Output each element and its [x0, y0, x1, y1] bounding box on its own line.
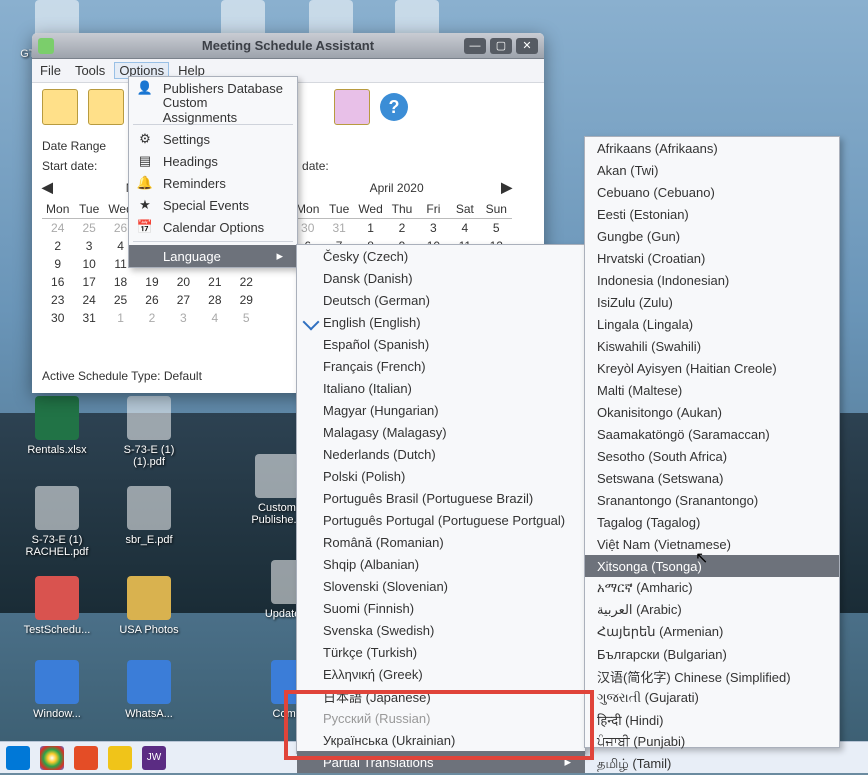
language-option[interactable]: IsiZulu (Zulu): [585, 291, 839, 313]
desktop-icon[interactable]: TestSchedu...: [20, 576, 94, 636]
language-option[interactable]: தமிழ் (Tamil): [585, 753, 839, 775]
language-option[interactable]: Lingala (Lingala): [585, 313, 839, 335]
language-option[interactable]: हिन्दी (Hindi): [585, 709, 839, 731]
language-option[interactable]: Cebuano (Cebuano): [585, 181, 839, 203]
list-icon: ▤: [135, 153, 155, 169]
menu-item-reminders[interactable]: 🔔Reminders: [129, 172, 297, 194]
desktop-icon[interactable]: S-73-E (1) RACHEL.pdf: [20, 486, 94, 558]
language-option[interactable]: Xitsonga (Tsonga): [585, 555, 839, 577]
language-option[interactable]: Deutsch (German): [297, 289, 585, 311]
menu-item-settings[interactable]: ⚙Settings: [129, 128, 297, 150]
language-option[interactable]: Հայերեն (Armenian): [585, 621, 839, 643]
language-option[interactable]: Shqip (Albanian): [297, 553, 585, 575]
cal-end-month: April 2020: [370, 181, 424, 195]
desktop-icon[interactable]: Window...: [20, 660, 94, 720]
language-option[interactable]: Kiswahili (Swahili): [585, 335, 839, 357]
toolbar-help-icon[interactable]: ?: [380, 93, 408, 121]
desktop-icon[interactable]: USA Photos: [112, 576, 186, 636]
minimize-button[interactable]: —: [464, 38, 486, 54]
language-option[interactable]: Indonesia (Indonesian): [585, 269, 839, 291]
person-icon: 👤: [135, 80, 155, 96]
language-submenu: Česky (Czech)Dansk (Danish)Deutsch (Germ…: [296, 244, 586, 754]
language-option[interactable]: Nederlands (Dutch): [297, 443, 585, 465]
menu-item-headings[interactable]: ▤Headings: [129, 150, 297, 172]
language-option[interactable]: Malagasy (Malagasy): [297, 421, 585, 443]
language-option[interactable]: Sesotho (South Africa): [585, 445, 839, 467]
language-option[interactable]: Saamakatöngö (Saramaccan): [585, 423, 839, 445]
toolbar-settings-icon[interactable]: [334, 89, 370, 125]
language-option[interactable]: ગુજરાતી (Gujarati): [585, 687, 839, 709]
language-option[interactable]: Setswana (Setswana): [585, 467, 839, 489]
start-date-label: Start date:: [42, 159, 97, 173]
taskbar-opera-icon[interactable]: [74, 746, 98, 770]
desktop-icon[interactable]: sbr_E.pdf: [112, 486, 186, 546]
language-option[interactable]: Afrikaans (Afrikaans): [585, 137, 839, 159]
language-option[interactable]: ਪੰਜਾਬੀ (Punjabi): [585, 731, 839, 753]
calendar-icon: 📅: [135, 219, 155, 235]
language-option[interactable]: Türkçe (Turkish): [297, 641, 585, 663]
language-option[interactable]: Slovenski (Slovenian): [297, 575, 585, 597]
language-option[interactable]: Български (Bulgarian): [585, 643, 839, 665]
options-dropdown: 👤Publishers Database Custom Assignments …: [128, 76, 298, 268]
language-option[interactable]: Português Portugal (Portuguese Portgual): [297, 509, 585, 531]
desktop-icon[interactable]: Rentals.xlsx: [20, 396, 94, 456]
language-option[interactable]: Česky (Czech): [297, 245, 585, 267]
chevron-right-icon: ▸: [276, 248, 283, 264]
titlebar[interactable]: Meeting Schedule Assistant — ▢ ✕: [32, 33, 544, 59]
language-option[interactable]: 汉语(简化字) Chinese (Simplified): [585, 665, 839, 687]
language-option[interactable]: Español (Spanish): [297, 333, 585, 355]
language-option[interactable]: Magyar (Hungarian): [297, 399, 585, 421]
menu-item-special-events[interactable]: ★Special Events: [129, 194, 297, 216]
language-option[interactable]: Italiano (Italian): [297, 377, 585, 399]
bell-icon: 🔔: [135, 175, 155, 191]
language-option[interactable]: Tagalog (Tagalog): [585, 511, 839, 533]
language-option[interactable]: Eesti (Estonian): [585, 203, 839, 225]
language-option[interactable]: Dansk (Danish): [297, 267, 585, 289]
language-option[interactable]: Hrvatski (Croatian): [585, 247, 839, 269]
close-button[interactable]: ✕: [516, 38, 538, 54]
toolbar-new-icon[interactable]: [42, 89, 78, 125]
language-option[interactable]: Việt Nam (Vietnamese): [585, 533, 839, 555]
language-option[interactable]: Kreyòl Ayisyen (Haitian Creole): [585, 357, 839, 379]
partial-translations-submenu: Afrikaans (Afrikaans)Akan (Twi)Cebuano (…: [584, 136, 840, 748]
menu-file[interactable]: File: [40, 63, 61, 78]
app-icon: [38, 38, 54, 54]
start-button[interactable]: [6, 746, 30, 770]
taskbar-jw-icon[interactable]: JW: [142, 746, 166, 770]
star-icon: ★: [135, 197, 155, 213]
language-option[interactable]: Svenska (Swedish): [297, 619, 585, 641]
language-option[interactable]: Português Brasil (Portuguese Brazil): [297, 487, 585, 509]
gear-icon: ⚙: [135, 131, 155, 147]
language-option[interactable]: العربية (Arabic): [585, 599, 839, 621]
language-option[interactable]: Suomi (Finnish): [297, 597, 585, 619]
language-option[interactable]: Gungbe (Gun): [585, 225, 839, 247]
language-option[interactable]: Sranantongo (Sranantongo): [585, 489, 839, 511]
taskbar-folder-icon[interactable]: [108, 746, 132, 770]
language-option[interactable]: Ελληνική (Greek): [297, 663, 585, 685]
menu-item-language[interactable]: Language▸: [129, 245, 297, 267]
annotation-highlight: [284, 690, 594, 760]
menu-item-calendar-options[interactable]: 📅Calendar Options: [129, 216, 297, 238]
menu-tools[interactable]: Tools: [75, 63, 105, 78]
language-option[interactable]: Akan (Twi): [585, 159, 839, 181]
maximize-button[interactable]: ▢: [490, 38, 512, 54]
language-option[interactable]: Polski (Polish): [297, 465, 585, 487]
desktop-icon[interactable]: S-73-E (1) (1).pdf: [112, 396, 186, 468]
menu-item-custom-assignments[interactable]: Custom Assignments: [129, 99, 297, 121]
language-option[interactable]: አማርኛ (Amharic): [585, 577, 839, 599]
desktop-icon[interactable]: WhatsA...: [112, 660, 186, 720]
language-option[interactable]: Okanisitongo (Aukan): [585, 401, 839, 423]
active-schedule-type: Active Schedule Type: Default: [42, 369, 202, 383]
language-option[interactable]: Română (Romanian): [297, 531, 585, 553]
cal-next-icon[interactable]: ▶: [501, 179, 512, 196]
language-option[interactable]: Français (French): [297, 355, 585, 377]
taskbar-chrome-icon[interactable]: [40, 746, 64, 770]
language-option[interactable]: English (English): [297, 311, 585, 333]
toolbar-open-icon[interactable]: [88, 89, 124, 125]
date-range-label: Date Range: [42, 139, 106, 153]
cal-prev-icon[interactable]: ◀: [42, 179, 53, 196]
language-option[interactable]: Malti (Maltese): [585, 379, 839, 401]
